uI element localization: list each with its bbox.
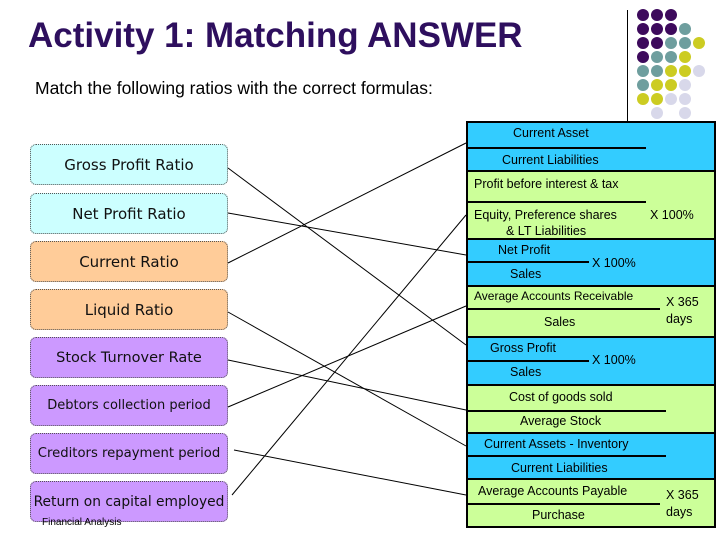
match-line-liquid: [227, 311, 467, 447]
match-line-creditors: [233, 449, 467, 496]
match-line-gross-profit: [227, 167, 467, 346]
match-line-stock-turnover: [227, 359, 467, 411]
match-line-current: [227, 142, 467, 264]
match-line-net-profit: [227, 212, 467, 256]
matching-lines: [227, 142, 467, 496]
match-line-debtors: [227, 305, 467, 408]
match-line-roce: [231, 214, 467, 496]
